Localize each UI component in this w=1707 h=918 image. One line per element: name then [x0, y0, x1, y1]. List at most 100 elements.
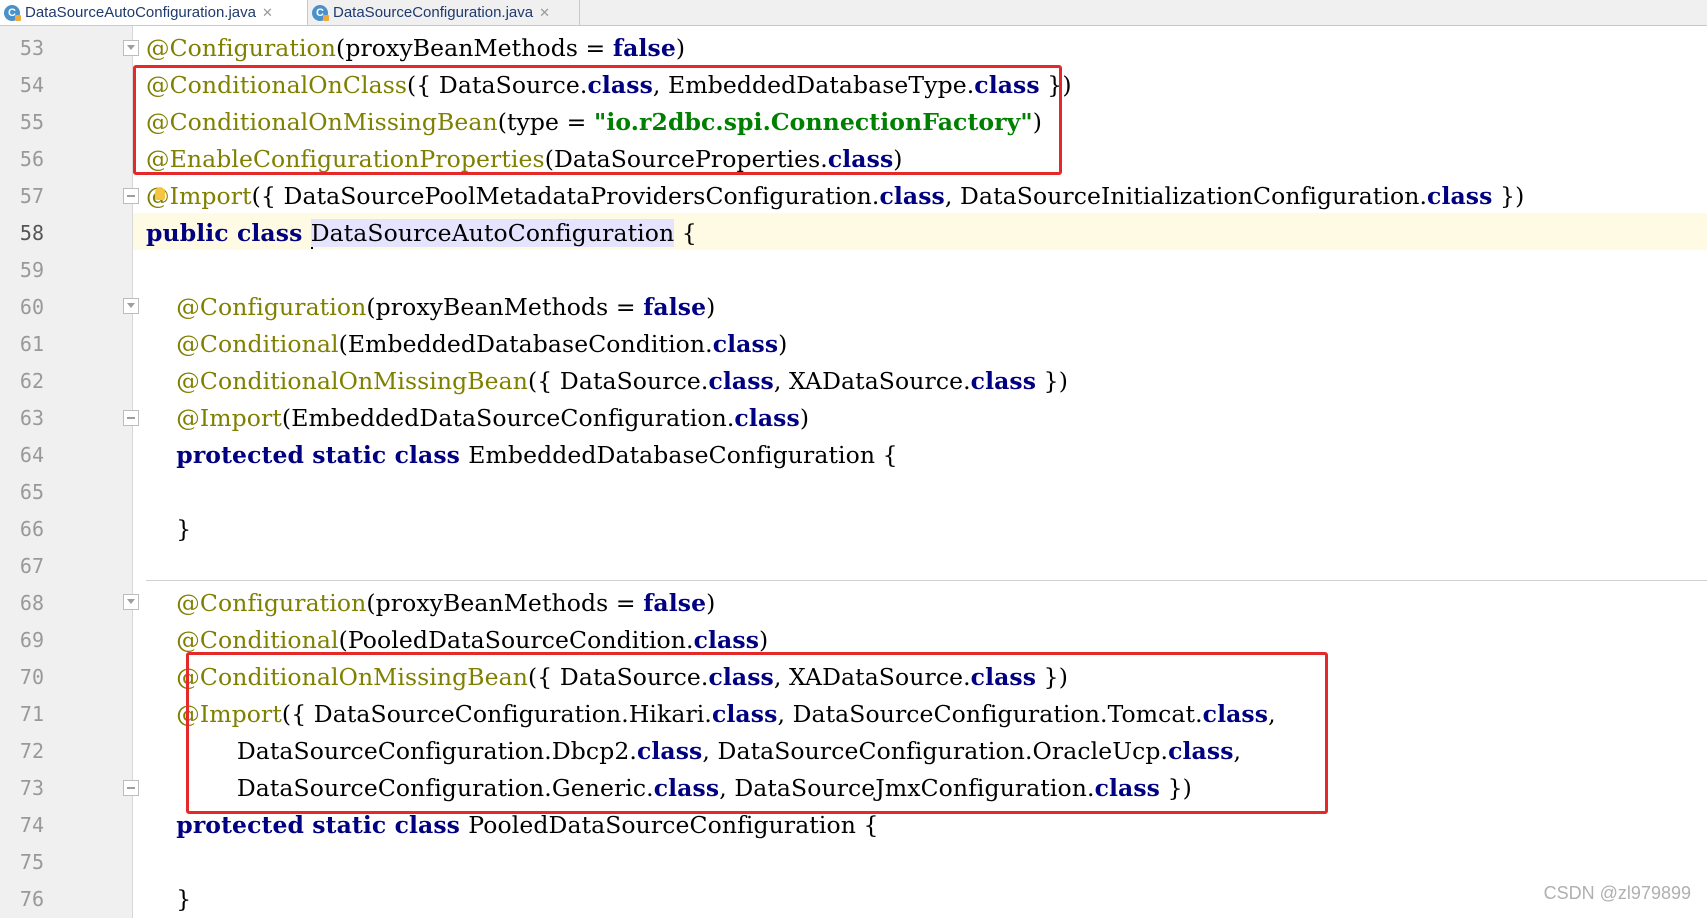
code-token: ) — [675, 34, 686, 62]
code-token: ({ DataSourcePoolMetadataProvidersConfig… — [251, 182, 880, 210]
code-token: { — [674, 219, 697, 247]
lightbulb-icon[interactable] — [155, 187, 165, 200]
code-token: class — [1427, 182, 1493, 210]
tab-label: DataSourceConfiguration.java — [333, 4, 534, 21]
code-line[interactable]: @Configuration(proxyBeanMethods = false) — [146, 30, 685, 67]
line-number: 76 — [19, 887, 44, 911]
code-token: class — [693, 626, 760, 654]
code-token: PooledDataSourceConfiguration { — [468, 811, 879, 839]
code-line[interactable]: @Configuration(proxyBeanMethods = false) — [146, 585, 715, 622]
line-number: 60 — [19, 295, 44, 319]
code-token: }) — [1036, 367, 1068, 395]
code-token: ) — [778, 330, 788, 358]
highlight-box-class-annotations — [133, 65, 1062, 175]
fold-toggle-icon[interactable] — [123, 594, 139, 610]
code-token: (PooledDataSourceCondition. — [338, 626, 694, 654]
fold-toggle-icon[interactable] — [123, 298, 139, 314]
line-number: 75 — [19, 850, 44, 874]
code-token: @Configuration — [176, 293, 367, 321]
line-number: 58 — [19, 221, 44, 245]
code-line[interactable]: protected static class EmbeddedDatabaseC… — [146, 437, 898, 474]
code-token: (proxyBeanMethods = — [336, 34, 613, 62]
code-token: @Configuration — [176, 589, 367, 617]
code-line[interactable]: @Import({ DataSourcePoolMetadataProvider… — [146, 178, 1524, 215]
line-number: 64 — [19, 443, 44, 467]
fold-toggle-icon[interactable] — [123, 410, 139, 426]
code-token: class — [712, 330, 779, 358]
code-token: (proxyBeanMethods = — [366, 589, 644, 617]
tab-label: DataSourceAutoConfiguration.java — [25, 4, 256, 21]
code-token: class — [708, 367, 774, 395]
code-token: , DataSourceInitializationConfiguration. — [944, 182, 1428, 210]
code-token: }) — [1492, 182, 1525, 210]
line-number: 63 — [19, 406, 44, 430]
tab-datasourceconfiguration[interactable]: C DataSourceConfiguration.java ✕ — [308, 0, 580, 25]
line-number: 74 — [19, 813, 44, 837]
code-token: class — [970, 367, 1037, 395]
line-number: 57 — [19, 184, 44, 208]
code-token: ({ DataSource. — [528, 367, 709, 395]
code-token: false — [643, 589, 707, 617]
line-number: 69 — [19, 628, 44, 652]
code-line[interactable]: } — [146, 511, 191, 548]
fold-toggle-icon[interactable] — [123, 780, 139, 796]
code-token: class — [879, 182, 945, 210]
line-number: 55 — [19, 110, 44, 134]
line-number: 65 — [19, 480, 44, 504]
code-token: false — [612, 34, 676, 62]
code-token: (EmbeddedDatabaseCondition. — [338, 330, 713, 358]
fold-toggle-icon[interactable] — [123, 188, 139, 204]
line-number: 54 — [19, 73, 44, 97]
code-token: class — [734, 404, 800, 432]
fold-toggle-icon[interactable] — [123, 40, 139, 56]
code-token: @Conditional — [176, 626, 339, 654]
highlight-box-pooled-annotations — [186, 652, 1328, 814]
line-number: 70 — [19, 665, 44, 689]
tab-datasourceautoconfiguration[interactable]: C DataSourceAutoConfiguration.java ✕ — [0, 0, 308, 25]
code-token: ) — [799, 404, 810, 432]
line-number: 66 — [19, 517, 44, 541]
method-separator — [146, 580, 1707, 581]
code-token: (proxyBeanMethods = — [366, 293, 644, 321]
code-line[interactable]: } — [146, 881, 191, 918]
code-line[interactable]: @Import(EmbeddedDataSourceConfiguration.… — [146, 400, 809, 437]
line-number: 56 — [19, 147, 44, 171]
line-number: 72 — [19, 739, 44, 763]
code-token: @Conditional — [176, 330, 339, 358]
line-number: 73 — [19, 776, 44, 800]
code-token: DataSourceAutoConfiguration — [310, 219, 675, 247]
java-class-icon: C — [4, 4, 21, 21]
code-token: ) — [759, 626, 769, 654]
code-line[interactable]: @ConditionalOnMissingBean({ DataSource.c… — [146, 363, 1068, 400]
line-number: 59 — [19, 258, 44, 282]
code-token: ) — [706, 293, 716, 321]
code-token: EmbeddedDatabaseConfiguration { — [468, 441, 898, 469]
line-number: 71 — [19, 702, 44, 726]
code-token: } — [146, 885, 192, 913]
close-icon[interactable]: ✕ — [262, 5, 273, 21]
java-class-icon: C — [312, 4, 329, 21]
code-token: protected static class — [176, 441, 469, 469]
code-token: } — [146, 515, 192, 543]
code-line[interactable]: @Conditional(EmbeddedDatabaseCondition.c… — [146, 326, 787, 363]
line-number: 62 — [19, 369, 44, 393]
close-icon[interactable]: ✕ — [539, 5, 550, 21]
watermark: CSDN @zl979899 — [1543, 883, 1691, 903]
code-line[interactable]: @Configuration(proxyBeanMethods = false) — [146, 289, 715, 326]
line-number: 68 — [19, 591, 44, 615]
editor-tab-bar: C DataSourceAutoConfiguration.java ✕ C D… — [0, 0, 1707, 26]
line-number: 61 — [19, 332, 44, 356]
code-token: protected static class — [176, 811, 469, 839]
code-token: (EmbeddedDataSourceConfiguration. — [281, 404, 735, 432]
code-line[interactable]: public class DataSourceAutoConfiguration… — [146, 215, 697, 252]
